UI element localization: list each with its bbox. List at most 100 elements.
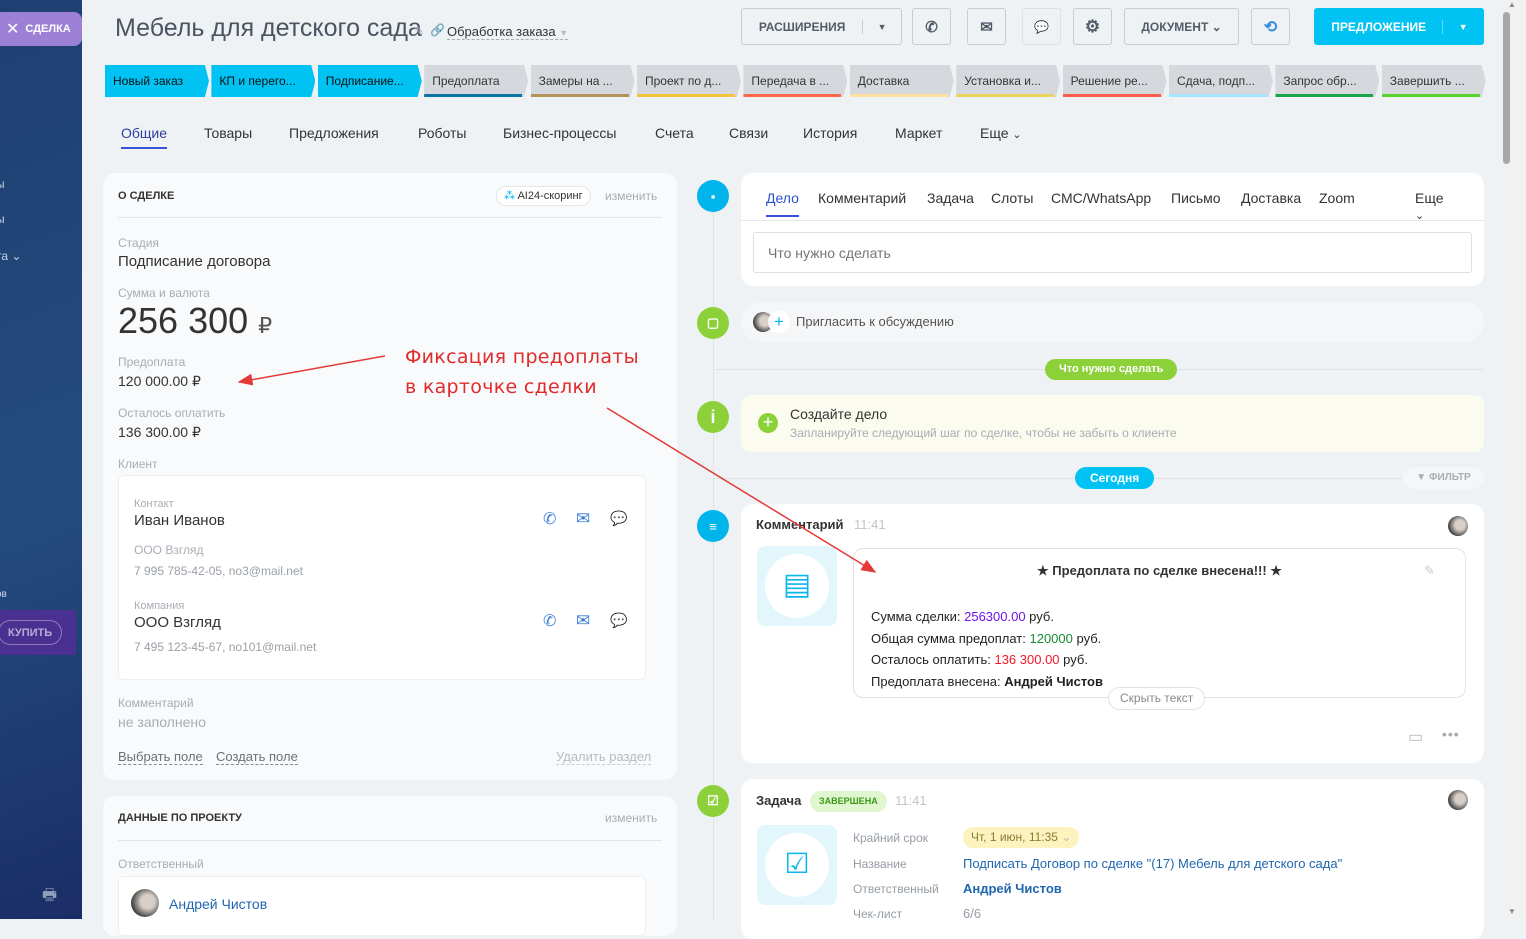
activity-tab-1[interactable]: Дело — [766, 190, 799, 217]
stage-6[interactable]: Проект по д... — [637, 65, 741, 97]
sidebar-item[interactable]: ов — [0, 589, 7, 600]
avatar[interactable] — [1448, 516, 1468, 536]
left-value[interactable]: 136 300.00 ₽ — [118, 424, 201, 441]
activity-tab-2[interactable]: Комментарий — [818, 190, 906, 206]
scrollbar[interactable]: ▲ ▼ — [1500, 0, 1526, 919]
sidebar-item[interactable]: та ⌄ — [0, 249, 21, 263]
stage-12[interactable]: Запрос обр... — [1275, 65, 1380, 97]
scroll-down-icon[interactable]: ▼ — [1508, 907, 1516, 916]
scroll-up-icon[interactable]: ▲ — [1508, 0, 1516, 9]
edit-link[interactable]: изменить — [605, 811, 657, 825]
tab-10[interactable]: Еще ⌄ — [980, 125, 1022, 141]
activity-tab-9[interactable]: Еще ⌄ — [1415, 190, 1444, 222]
pipeline-selector[interactable]: Обработка заказа ▼ — [447, 24, 569, 40]
mail-icon[interactable]: ✉ — [576, 509, 590, 529]
divider — [118, 840, 662, 841]
invite-row[interactable]: + Пригласить к обсуждению — [741, 302, 1484, 342]
phone-icon[interactable]: ✆ — [543, 611, 556, 631]
email-button[interactable]: ✉ — [967, 8, 1006, 45]
pipeline-label: Обработка заказа — [447, 24, 556, 39]
stage-13[interactable]: Завершить ... — [1381, 65, 1486, 97]
filter-button[interactable]: ▼ ФИЛЬТР — [1403, 467, 1484, 489]
deal-slider-tab[interactable]: ✕ СДЕЛКА — [0, 12, 82, 46]
tab-2[interactable]: Товары — [204, 125, 252, 141]
activity-tab-8[interactable]: Zoom — [1319, 190, 1355, 206]
stage-10[interactable]: Решение ре... — [1062, 65, 1167, 97]
activity-tab-7[interactable]: Доставка — [1241, 190, 1301, 206]
plus-icon[interactable]: + — [768, 311, 790, 333]
activity-icon: ▪ — [697, 180, 729, 212]
tab-7[interactable]: Связи — [729, 125, 768, 141]
stage-1[interactable]: Новый заказ — [105, 65, 209, 97]
stage-7[interactable]: Передача в ... — [743, 65, 848, 97]
proposal-button[interactable]: ПРЕДЛОЖЕНИЕ ▼ — [1314, 8, 1484, 45]
activity-tab-5[interactable]: СМС/WhatsApp — [1051, 190, 1151, 206]
deadline-badge[interactable]: Чт, 1 июн, 11:35 ⌄ — [963, 827, 1080, 848]
tab-5[interactable]: Бизнес-процессы — [503, 125, 616, 141]
task-name-link[interactable]: Подписать Договор по сделке "(17) Мебель… — [963, 856, 1342, 871]
tab-1[interactable]: Общие — [121, 125, 168, 149]
stage-8[interactable]: Доставка — [849, 65, 954, 97]
comment-body[interactable]: ★ Предоплата по сделке внесена!!! ★ ✎ Су… — [853, 548, 1466, 698]
responsible-link[interactable]: Андрей Чистов — [963, 881, 1062, 896]
avatar[interactable] — [131, 889, 159, 917]
responsible-name[interactable]: Андрей Чистов — [169, 896, 267, 912]
activity-tab-3[interactable]: Задача — [927, 190, 974, 206]
stage-2[interactable]: КП и перего... — [211, 65, 316, 97]
stage-4[interactable]: Предоплата — [424, 65, 529, 97]
mail-icon[interactable]: ✉ — [576, 611, 590, 631]
buy-button[interactable]: КУПИТЬ — [0, 620, 62, 645]
delete-section-link[interactable]: Удалить раздел — [556, 749, 652, 765]
contact-company[interactable]: ООО Взгляд — [134, 543, 203, 557]
edit-title-icon[interactable]: ✎ — [414, 24, 424, 38]
activity-tab-6[interactable]: Письмо — [1171, 190, 1221, 206]
chat-button[interactable]: 💬 — [1022, 8, 1061, 45]
divider — [741, 220, 1484, 221]
extensions-button[interactable]: РАСШИРЕНИЯ ▼ — [741, 8, 902, 45]
chat-icon[interactable]: 💬 — [610, 510, 627, 527]
tab-9[interactable]: Маркет — [895, 125, 942, 141]
scrollbar-thumb[interactable] — [1503, 12, 1510, 164]
more-icon[interactable]: ••• — [1442, 726, 1460, 742]
tab-8[interactable]: История — [803, 125, 857, 141]
edit-icon[interactable]: ✎ — [1424, 563, 1435, 579]
sync-button[interactable]: ⟲ — [1251, 8, 1290, 45]
tab-6[interactable]: Счета — [655, 125, 694, 141]
avatar[interactable] — [1448, 790, 1468, 810]
stage-value[interactable]: Подписание договора — [118, 253, 270, 270]
activity-input[interactable] — [753, 232, 1472, 273]
phone-icon[interactable]: ✆ — [543, 509, 556, 529]
note-icon[interactable]: ▭ — [1408, 727, 1423, 747]
sidebar-item[interactable]: ы — [0, 177, 5, 191]
document-button[interactable]: ДОКУМЕНТ ⌄ — [1124, 8, 1239, 45]
prepay-value[interactable]: 120 000.00 ₽ — [118, 373, 201, 390]
contact-name[interactable]: Иван Иванов — [134, 512, 225, 529]
stage-5[interactable]: Замеры на ... — [530, 65, 635, 97]
create-activity-block[interactable]: + Создайте дело Запланируйте следующий ш… — [741, 395, 1484, 452]
print-icon[interactable]: 🖶 — [42, 884, 57, 911]
tab-4[interactable]: Роботы — [418, 125, 466, 141]
settings-button[interactable]: ⚙ — [1073, 8, 1112, 45]
hide-text-button[interactable]: Скрыть текст — [1108, 687, 1206, 710]
chat-icon[interactable]: 💬 — [610, 612, 627, 629]
tab-label: Бизнес-процессы — [503, 125, 617, 141]
chevron-down-icon[interactable]: ▼ — [863, 22, 901, 32]
choose-field-link[interactable]: Выбрать поле — [118, 749, 203, 765]
create-field-link[interactable]: Создать поле — [216, 749, 298, 765]
link-icon[interactable]: 🔗 — [430, 23, 445, 37]
company-name[interactable]: ООО Взгляд — [134, 614, 221, 631]
close-icon[interactable]: ✕ — [6, 19, 19, 39]
edit-link[interactable]: изменить — [605, 189, 657, 203]
add-icon[interactable]: + — [758, 413, 778, 433]
chevron-down-icon[interactable]: ▼ — [1443, 22, 1483, 32]
phone-button[interactable]: ✆ — [912, 8, 951, 45]
ai-scoring-button[interactable]: ⁂ AI24-скоринг — [496, 186, 591, 206]
sum-value[interactable]: 256 300 ₽ — [118, 300, 272, 342]
activity-tab-4[interactable]: Слоты — [991, 190, 1033, 206]
comment-value[interactable]: не заполнено — [118, 714, 206, 730]
sidebar-item[interactable]: ы — [0, 212, 5, 226]
tab-3[interactable]: Предложения — [289, 125, 379, 141]
stage-11[interactable]: Сдача, подп... — [1169, 65, 1273, 97]
stage-3[interactable]: Подписание... — [317, 65, 422, 97]
stage-9[interactable]: Установка и... — [956, 65, 1061, 97]
